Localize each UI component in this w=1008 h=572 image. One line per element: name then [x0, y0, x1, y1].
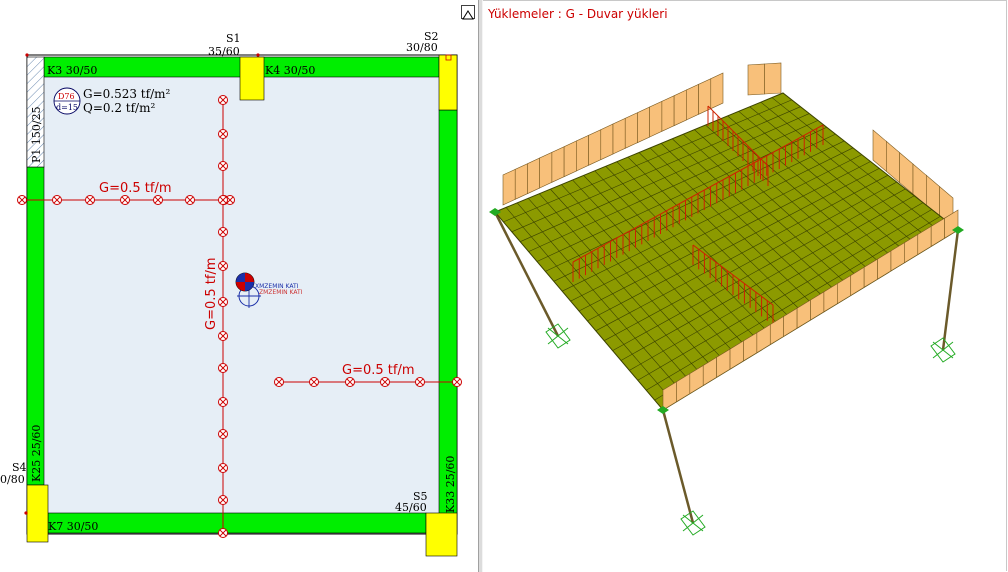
- wall-panel: [612, 117, 626, 155]
- load-point-marker: [218, 331, 228, 341]
- wall-panel: [514, 163, 528, 200]
- column-s1-size: 35/60: [208, 45, 240, 58]
- column-3d: [941, 229, 960, 351]
- node-dot: [24, 511, 28, 515]
- load-point-marker: [17, 195, 27, 205]
- column-s1[interactable]: [239, 56, 265, 101]
- wall-panel: [764, 62, 782, 95]
- load-point-marker: [85, 195, 95, 205]
- load-point-marker: [309, 377, 319, 387]
- slab-tag[interactable]: D76 d=15: [53, 87, 81, 115]
- slab-id: D76: [58, 92, 75, 101]
- wall-panel: [637, 106, 650, 144]
- load-point-marker: [218, 528, 228, 538]
- slab-area[interactable]: [44, 77, 439, 513]
- wall-panel: [539, 151, 553, 189]
- model-canvas[interactable]: [483, 0, 1008, 572]
- wall-load-label-bottom: G=0.5 tf/m: [342, 363, 415, 378]
- wall-panel: [502, 168, 516, 206]
- beam-k7-label: K7 30/50: [48, 520, 98, 533]
- wall-panel: [661, 95, 675, 132]
- column-s5[interactable]: [425, 512, 458, 557]
- wall-panel: [527, 157, 540, 195]
- load-point-marker: [218, 129, 228, 139]
- collapse-button[interactable]: [461, 5, 475, 20]
- wall-panel: [600, 123, 614, 161]
- load-point-marker: [415, 377, 425, 387]
- load-point-marker: [218, 397, 228, 407]
- slab-thickness: d=15: [56, 103, 78, 112]
- load-point-marker: [218, 495, 228, 505]
- wall-panel: [624, 112, 638, 149]
- column-s5-size: 45/60: [395, 501, 427, 514]
- load-point-marker: [120, 195, 130, 205]
- wall-panel: [576, 134, 589, 172]
- wall-panel: [686, 83, 699, 121]
- model-view-pane[interactable]: Yüklemeler : G - Duvar yükleri: [483, 0, 1008, 572]
- wall-load-label-vertical: G=0.5 tf/m: [204, 258, 219, 331]
- load-point-marker: [185, 195, 195, 205]
- node-dot: [256, 53, 260, 57]
- center-marker-label-2: ZMZEMIN KATI: [259, 289, 303, 296]
- beam-k4-label: K4 30/50: [265, 64, 315, 77]
- plan-view-pane[interactable]: S1 35/60 S2 30/80 S4 30/80 S5 45/60 K3 3…: [0, 0, 478, 572]
- beam-k25-label: K25 25/60: [30, 425, 43, 482]
- column-s2[interactable]: [438, 54, 458, 111]
- triangle-up-icon: [462, 10, 474, 20]
- shear-wall-p1-label: P1 150/25: [30, 106, 43, 163]
- wall-panel: [747, 63, 765, 96]
- beam-k33-label: K33 25/60: [444, 456, 457, 513]
- load-point-marker: [218, 429, 228, 439]
- slab-q-load: Q=0.2 tf/m²: [83, 101, 155, 115]
- support-icon: [545, 323, 571, 349]
- wall-panel: [710, 72, 724, 110]
- plan-canvas[interactable]: S1 35/60 S2 30/80 S4 30/80 S5 45/60 K3 3…: [0, 0, 478, 572]
- column-s1-label: S1: [226, 32, 241, 45]
- load-point-marker: [218, 463, 228, 473]
- load-point-marker: [218, 261, 228, 271]
- wall-panel: [673, 89, 687, 127]
- wall-panel: [563, 140, 577, 178]
- load-point-marker: [380, 377, 390, 387]
- wall-panel: [698, 78, 712, 115]
- load-point-marker: [218, 195, 228, 205]
- beam-k3-label: K3 30/50: [47, 64, 97, 77]
- load-point-marker: [153, 195, 163, 205]
- slab-g-load: G=0.523 tf/m²: [83, 87, 170, 101]
- column-s4[interactable]: [26, 484, 49, 543]
- node-dot: [25, 53, 29, 57]
- load-point-marker: [218, 297, 228, 307]
- load-point-marker: [218, 161, 228, 171]
- load-point-marker: [345, 377, 355, 387]
- load-point-marker: [52, 195, 62, 205]
- wall-panel: [649, 100, 663, 138]
- column-s2-size: 30/80: [406, 41, 438, 54]
- column-3d: [661, 409, 695, 524]
- load-point-marker: [218, 363, 228, 373]
- wall-load-label-top: G=0.5 tf/m: [99, 181, 172, 196]
- beam-k7[interactable]: [47, 512, 427, 534]
- load-point-marker: [452, 377, 462, 387]
- load-point-marker: [218, 227, 228, 237]
- load-point-marker: [218, 95, 228, 105]
- wall-panel: [588, 129, 602, 166]
- support-icon: [680, 510, 706, 536]
- wall-panel: [551, 146, 565, 183]
- column-s4-size: 30/80: [0, 473, 25, 486]
- load-point-marker: [274, 377, 284, 387]
